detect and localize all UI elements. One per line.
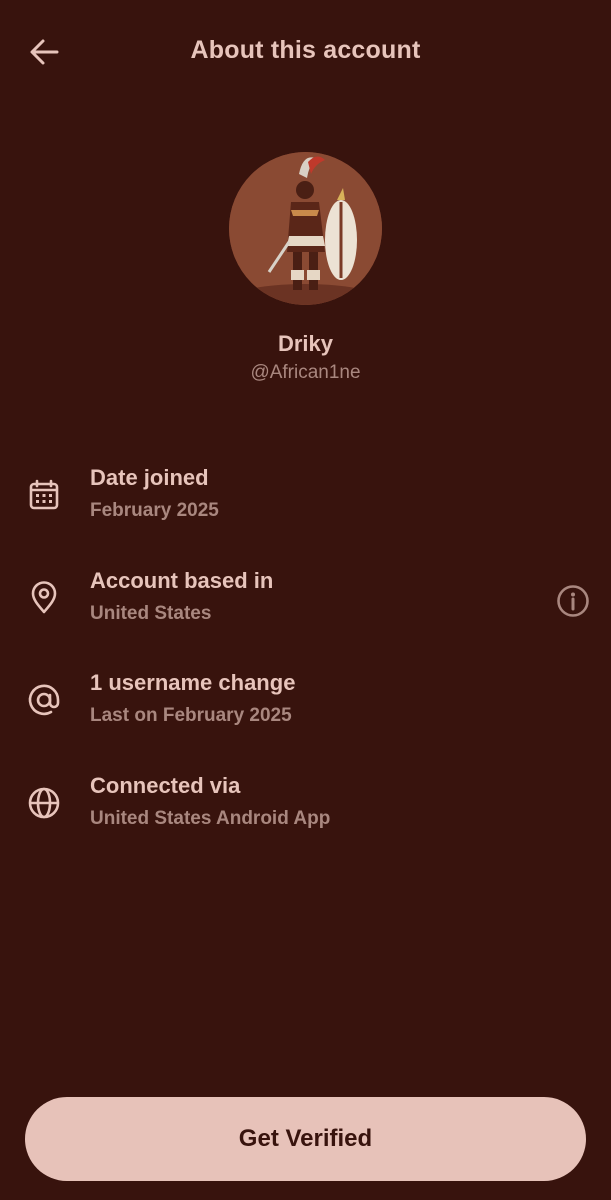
get-verified-button[interactable]: Get Verified xyxy=(25,1097,586,1181)
profile-handle: @African1ne xyxy=(250,362,361,383)
location-pin-icon xyxy=(31,580,57,613)
info-item-title: Date joined xyxy=(90,465,209,490)
account-location-info-button[interactable] xyxy=(553,581,593,621)
info-item-subtitle: Last on February 2025 xyxy=(90,705,292,726)
info-item-title: Connected via xyxy=(90,772,241,798)
calendar-icon xyxy=(29,479,59,510)
avatar[interactable] xyxy=(229,152,382,305)
page-title: About this account xyxy=(190,36,421,64)
info-icon xyxy=(557,584,589,617)
info-item-subtitle: United States Android App xyxy=(90,807,331,829)
info-item-connected-via: Connected via United States Android App xyxy=(0,758,611,861)
account-info-list: Date joined February 2025 Account based … xyxy=(0,450,611,860)
top-bar: About this account xyxy=(0,0,611,100)
profile-name: Driky xyxy=(277,331,334,356)
info-item-date-joined: Date joined February 2025 xyxy=(0,450,611,553)
info-item-username-changes: 1 username change Last on February 2025 xyxy=(0,655,611,758)
at-sign-icon xyxy=(28,684,60,716)
info-item-subtitle: February 2025 xyxy=(90,500,219,521)
globe-icon xyxy=(28,787,60,818)
info-item-title: 1 username change xyxy=(90,670,296,695)
info-item-account-based-in: Account based in United States xyxy=(0,553,611,656)
info-item-subtitle: United States xyxy=(90,602,212,624)
info-item-title: Account based in xyxy=(90,567,274,593)
warrior-portrait-image xyxy=(229,152,382,305)
